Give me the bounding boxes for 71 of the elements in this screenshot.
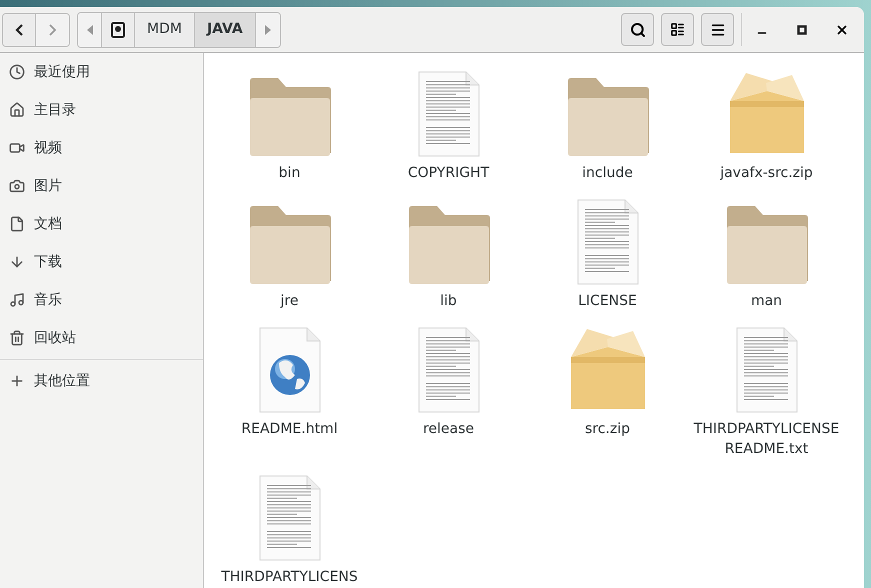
file-name: lib (439, 292, 458, 311)
search-icon (630, 22, 646, 38)
file-item[interactable]: man (687, 193, 846, 311)
file-name: man (750, 292, 784, 311)
web-document-icon (258, 327, 320, 413)
music-note-icon (9, 292, 25, 308)
menu-button[interactable] (701, 13, 734, 46)
folder-icon (566, 77, 650, 157)
folder-icon (406, 205, 490, 285)
file-item[interactable]: THIRDPARTYLICENSEREADME.txt (687, 321, 846, 459)
list-view-icon (670, 22, 685, 37)
text-document-icon (418, 327, 480, 413)
file-item[interactable]: jre (210, 193, 369, 311)
view-toggle-button[interactable] (661, 13, 694, 46)
folder-icon (724, 205, 808, 285)
sidebar-item[interactable]: 主目录 (0, 91, 203, 129)
file-name: jre (279, 292, 300, 311)
plus-icon (9, 373, 25, 389)
file-name: THIRDPARTYLICENS (220, 568, 359, 587)
file-item[interactable]: COPYRIGHT (369, 65, 528, 183)
sidebar-item[interactable]: 其他位置 (0, 362, 203, 400)
menu-icon (710, 22, 726, 38)
text-document-icon (736, 327, 798, 413)
home-icon (9, 102, 25, 118)
close-icon (835, 22, 849, 36)
file-item[interactable]: THIRDPARTYLICENS (210, 469, 369, 587)
sidebar-item[interactable]: 文档 (0, 205, 203, 243)
sidebar-item[interactable]: 视频 (0, 129, 203, 167)
file-name: bin (278, 164, 302, 183)
drive-icon (111, 22, 125, 38)
file-name: src.zip (584, 420, 631, 439)
file-item[interactable]: src.zip (528, 321, 687, 459)
file-item[interactable]: include (528, 65, 687, 183)
file-name: include (581, 164, 634, 183)
sidebar-item[interactable]: 下载 (0, 243, 203, 281)
text-document-icon (576, 199, 638, 285)
folder-icon (248, 77, 332, 157)
file-name: README.html (240, 420, 339, 439)
text-document-icon (258, 475, 320, 561)
drive-path-button[interactable] (102, 12, 135, 46)
forward-icon (48, 24, 56, 36)
document-icon (9, 216, 25, 232)
text-document-icon (418, 71, 480, 157)
back-button[interactable] (3, 14, 36, 46)
maximize-icon (797, 24, 807, 34)
sidebar-item[interactable]: 音乐 (0, 281, 203, 319)
file-item[interactable]: release (369, 321, 528, 459)
file-item[interactable]: javafx-src.zip (687, 65, 846, 183)
folder-icon (248, 205, 332, 285)
left-triangle-icon (86, 24, 92, 34)
file-name: LICENSE (577, 292, 638, 311)
down-arrow-icon (9, 254, 25, 270)
path-button[interactable]: JAVA (194, 12, 256, 46)
trash-icon (9, 330, 25, 346)
file-item[interactable]: lib (369, 193, 528, 311)
sidebar-item[interactable]: 图片 (0, 167, 203, 205)
file-item[interactable]: bin (210, 65, 369, 183)
file-name: THIRDPARTYLICENSEREADME.txt (692, 420, 840, 459)
search-button[interactable] (621, 13, 654, 46)
file-name: release (422, 420, 476, 439)
path-button[interactable]: MDM (135, 12, 195, 46)
sidebar-item[interactable]: 最近使用 (0, 53, 203, 91)
camera-icon (9, 178, 25, 194)
back-icon (15, 24, 23, 36)
file-name: COPYRIGHT (406, 164, 490, 183)
file-item[interactable]: LICENSE (528, 193, 687, 311)
sidebar-item[interactable]: 回收站 (0, 319, 203, 357)
file-item[interactable]: README.html (210, 321, 369, 459)
right-triangle-icon (264, 24, 271, 34)
file-name: javafx-src.zip (719, 164, 814, 183)
clock-icon (9, 64, 25, 80)
